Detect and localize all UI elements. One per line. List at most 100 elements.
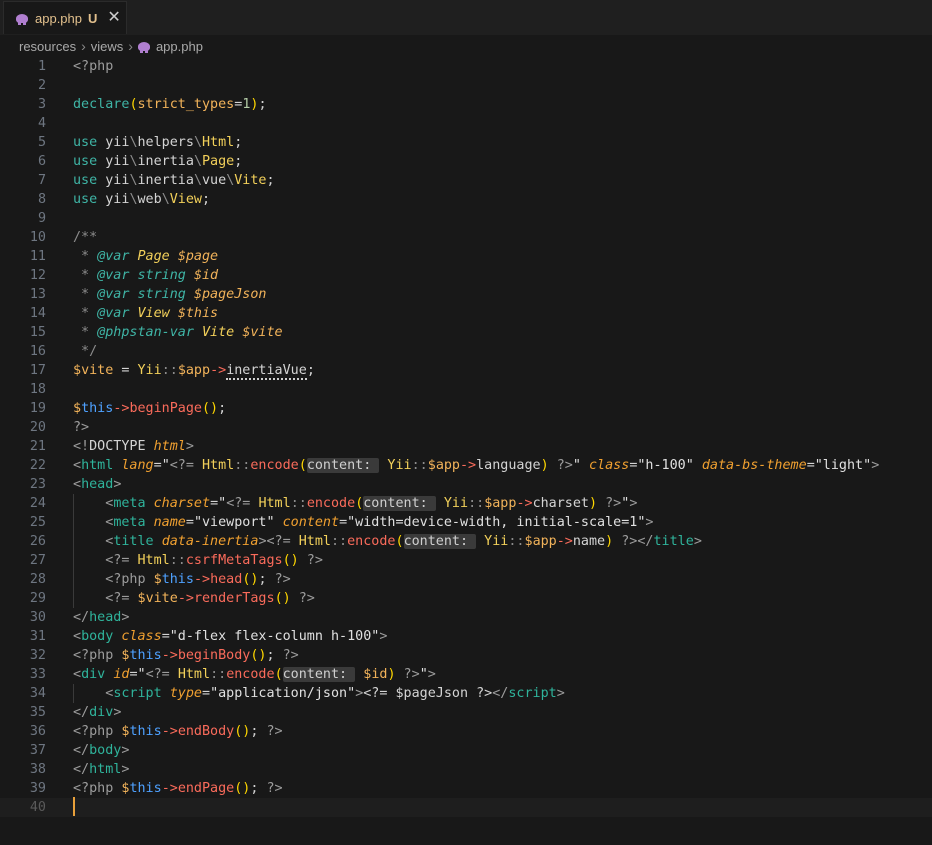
editor-tab-app-php[interactable]: app.php U ✕	[3, 1, 127, 34]
line-number: 23	[29, 477, 46, 492]
close-icon[interactable]: ✕	[107, 10, 120, 26]
code-line[interactable]: 19 $this->beginPage();	[0, 399, 932, 418]
code-token: ->	[556, 534, 573, 549]
code-line[interactable]: 3 declare(strict_types=1);	[0, 95, 932, 114]
code-token: class	[589, 458, 630, 473]
code-line[interactable]: 35 </div>	[0, 703, 932, 722]
breadcrumb-item-app-php[interactable]: app.php	[156, 39, 203, 54]
code-token: =	[339, 515, 348, 530]
code-line[interactable]: 11 * @var Page $page	[0, 247, 932, 266]
code-token: Html	[258, 496, 291, 511]
line-code: /**	[73, 228, 97, 247]
code-line[interactable]: 32 <?php $this->beginBody(); ?>	[0, 646, 932, 665]
code-token: =	[113, 363, 138, 378]
code-line[interactable]: 6 use yii\inertia\Page;	[0, 152, 932, 171]
breadcrumb-item-resources[interactable]: resources	[19, 39, 76, 54]
code-token: $vite	[242, 325, 283, 340]
code-line[interactable]: 13 * @var string $pageJson	[0, 285, 932, 304]
code-line[interactable]: 29 <?= $vite->renderTags() ?>	[0, 589, 932, 608]
line-number: 2	[37, 78, 46, 93]
code-token: "	[572, 458, 589, 473]
code-token: head	[89, 610, 122, 625]
code-line[interactable]: 18	[0, 380, 932, 399]
code-token: \	[129, 154, 138, 169]
text-cursor	[73, 797, 75, 816]
line-code: <div id="<?= Html::encode(content: $id) …	[73, 665, 436, 684]
code-token: ->	[460, 458, 477, 473]
code-token: renderTags	[193, 591, 275, 606]
code-line[interactable]: 40	[0, 798, 932, 817]
code-line[interactable]: 7 use yii\inertia\vue\Vite;	[0, 171, 932, 190]
code-token: Html	[177, 667, 211, 682]
code-line[interactable]: 23 <head>	[0, 475, 932, 494]
code-token: "viewport"	[193, 515, 283, 530]
code-token: id	[371, 667, 388, 682]
code-token: >	[185, 439, 194, 454]
code-line[interactable]: 9	[0, 209, 932, 228]
code-token: meta	[113, 515, 154, 530]
code-token: yii	[105, 135, 130, 150]
code-line[interactable]: 15 * @phpstan-var Vite $vite	[0, 323, 932, 342]
code-token: >	[871, 458, 880, 473]
code-token: $pageJson	[193, 287, 267, 302]
code-line[interactable]: 4	[0, 114, 932, 133]
code-line[interactable]: 24 <meta charset="<?= Html::encode(conte…	[0, 494, 932, 513]
code-token: )	[589, 496, 598, 511]
code-token: ::	[468, 496, 485, 511]
code-line[interactable]: 27 <?= Html::csrfMetaTags() ?>	[0, 551, 932, 570]
code-line[interactable]: 10 /**	[0, 228, 932, 247]
code-line[interactable]: 1 <?php	[0, 57, 932, 76]
code-token: /**	[73, 230, 98, 245]
code-line[interactable]: 31 <body class="d-flex flex-column h-100"…	[0, 627, 932, 646]
code-line[interactable]: 8 use yii\web\View;	[0, 190, 932, 209]
code-token: inertia	[137, 154, 194, 169]
code-line[interactable]: 33 <div id="<?= Html::encode(content: $id…	[0, 665, 932, 684]
line-code: */	[73, 342, 97, 361]
line-number: 10	[29, 230, 46, 245]
code-line[interactable]: 22 <html lang="<?= Html::encode(content: …	[0, 456, 932, 475]
code-token: <	[73, 496, 114, 511]
code-token: </	[73, 705, 90, 720]
code-line[interactable]: 21 <!DOCTYPE html>	[0, 437, 932, 456]
code-line[interactable]: 28 <?php $this->head(); ?>	[0, 570, 932, 589]
code-token: \	[129, 135, 138, 150]
inlay-hint: content:	[306, 458, 380, 473]
code-line[interactable]: 36 <?php $this->endBody(); ?>	[0, 722, 932, 741]
code-line[interactable]: 26 <title data-inertia><?= Html::encode(…	[0, 532, 932, 551]
code-line[interactable]: 25 <meta name="viewport" content="width=…	[0, 513, 932, 532]
code-token: Yii	[379, 458, 412, 473]
code-line[interactable]: 5 use yii\helpers\Html;	[0, 133, 932, 152]
code-token: ()	[274, 591, 291, 606]
code-token: title	[653, 534, 694, 549]
code-line[interactable]: 12 * @var string $id	[0, 266, 932, 285]
code-token: "	[419, 667, 428, 682]
breadcrumb-item-views[interactable]: views	[91, 39, 124, 54]
line-number: 38	[29, 762, 46, 777]
php-elephant-icon	[137, 41, 150, 53]
code-line[interactable]: 39 <?php $this->endPage(); ?>	[0, 779, 932, 798]
code-token: use	[73, 192, 106, 207]
code-token: charset	[532, 496, 589, 511]
code-line[interactable]: 2	[0, 76, 932, 95]
code-token: ->	[161, 648, 178, 663]
code-line[interactable]: 20 ?>	[0, 418, 932, 437]
code-line[interactable]: 37 </body>	[0, 741, 932, 760]
code-token: ?>	[282, 648, 299, 663]
code-token: $pageJson	[395, 686, 477, 701]
code-line[interactable]: 16 */	[0, 342, 932, 361]
code-token: View	[169, 192, 202, 207]
code-line[interactable]: 38 </html>	[0, 760, 932, 779]
code-token: Html	[137, 553, 170, 568]
code-token: =	[185, 515, 194, 530]
code-line[interactable]: 30 </head>	[0, 608, 932, 627]
line-number: 15	[29, 325, 46, 340]
code-token: ()	[250, 648, 267, 663]
code-token: ?>	[548, 458, 573, 473]
code-token: ?>	[395, 667, 420, 682]
code-line[interactable]: 14 * @var View $this	[0, 304, 932, 323]
line-number: 16	[29, 344, 46, 359]
code-editor[interactable]: 1 <?php 2 3 declare(strict_types=1); 4 5 use yi…	[0, 57, 932, 845]
code-line[interactable]: 17 $vite = Yii::$app->inertiaVue;	[0, 361, 932, 380]
line-code: use yii\helpers\Html;	[73, 133, 242, 152]
code-line[interactable]: 34 <script type="application/json"><?= $…	[0, 684, 932, 703]
